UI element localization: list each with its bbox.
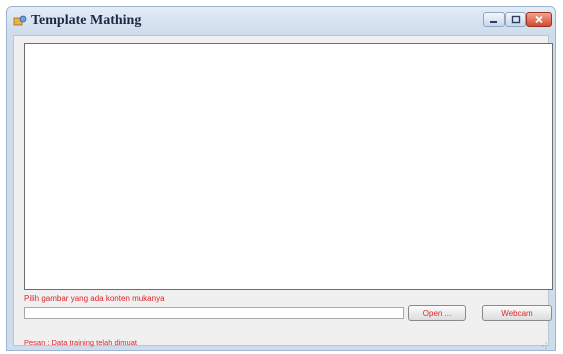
picture-select-label: Pilih gambar yang ada konten mukanya	[24, 294, 165, 303]
maximize-button[interactable]	[505, 12, 526, 27]
picture-box	[24, 43, 553, 290]
maximize-icon	[511, 11, 521, 29]
title-bar[interactable]: Template Mathing	[7, 7, 555, 35]
app-icon	[13, 14, 27, 26]
image-path-input[interactable]	[24, 307, 404, 319]
client-area: Pilih gambar yang ada konten mukanya Ope…	[13, 35, 553, 350]
minimize-icon	[489, 11, 499, 29]
window-title: Template Mathing	[31, 13, 142, 28]
app-window: Template Mathing Pilih gambar yang ada k…	[6, 6, 556, 351]
status-message: Pesan : Data training telah dimuat	[24, 338, 137, 347]
open-button[interactable]: Open ...	[408, 305, 466, 321]
close-icon	[534, 11, 544, 29]
minimize-button[interactable]	[483, 12, 505, 27]
webcam-button[interactable]: Webcam	[482, 305, 552, 321]
close-button[interactable]	[526, 12, 552, 27]
resize-grip-icon[interactable]	[539, 336, 547, 350]
